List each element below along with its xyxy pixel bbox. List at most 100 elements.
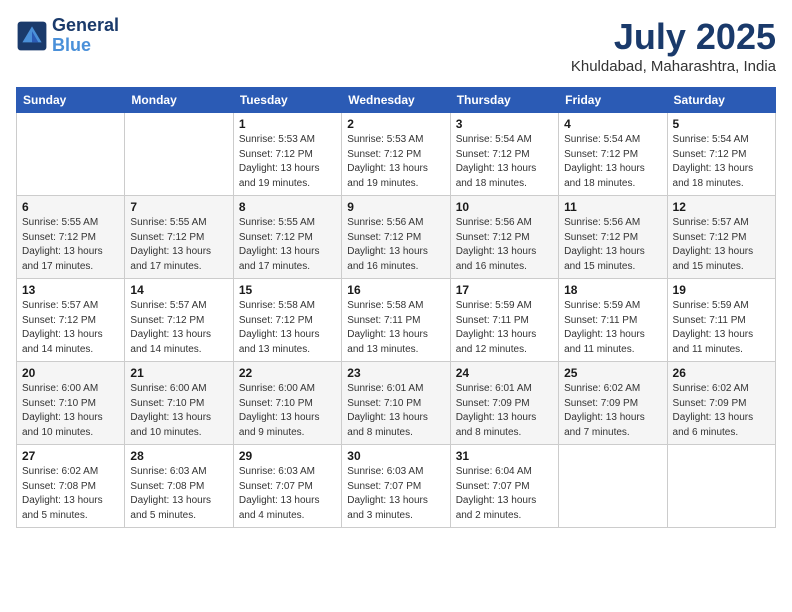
day-number: 7 <box>130 200 227 214</box>
day-number: 16 <box>347 283 444 297</box>
calendar-cell: 26Sunrise: 6:02 AM Sunset: 7:09 PM Dayli… <box>667 362 775 445</box>
day-info: Sunrise: 5:54 AM Sunset: 7:12 PM Dayligh… <box>673 133 770 191</box>
day-number: 29 <box>239 449 336 463</box>
day-info: Sunrise: 5:58 AM Sunset: 7:12 PM Dayligh… <box>239 299 336 357</box>
calendar-cell: 3 Sunrise: 5:54 AM Sunset: 7:12 PM Daylig… <box>450 113 558 196</box>
day-number: 27 <box>22 449 119 463</box>
logo-icon <box>16 20 48 52</box>
calendar-cell: 17 Sunrise: 5:59 AM Sunset: 7:11 PM Dayli… <box>450 279 558 362</box>
calendar-cell: 6 Sunrise: 5:55 AM Sunset: 7:12 PM Daylig… <box>17 196 125 279</box>
calendar-table: SundayMondayTuesdayWednesdayThursdayFrid… <box>16 87 776 528</box>
day-number: 15 <box>239 283 336 297</box>
weekday-header: Monday <box>125 88 233 113</box>
calendar-cell: 25 Sunrise: 6:02 AM Sunset: 7:09 PM Dayli… <box>559 362 667 445</box>
calendar-cell: 1 Sunrise: 5:53 AM Sunset: 7:12 PM Daylig… <box>233 113 341 196</box>
day-number: 13 <box>22 283 119 297</box>
calendar-cell: 23 Sunrise: 6:01 AM Sunset: 7:10 PM Dayli… <box>342 362 450 445</box>
day-info: Sunrise: 6:02 AM Sunset: 7:09 PM Dayligh… <box>564 382 661 440</box>
day-number: 4 <box>564 117 661 131</box>
calendar-cell: 21 Sunrise: 6:00 AM Sunset: 7:10 PM Dayli… <box>125 362 233 445</box>
day-number: 30 <box>347 449 444 463</box>
day-info: Sunrise: 6:03 AM Sunset: 7:08 PM Dayligh… <box>130 465 227 523</box>
calendar-cell <box>125 113 233 196</box>
logo-text: General Blue <box>52 16 119 56</box>
calendar-week-row: 20 Sunrise: 6:00 AM Sunset: 7:10 PM Dayli… <box>17 362 776 445</box>
weekday-header: Wednesday <box>342 88 450 113</box>
day-info: Sunrise: 6:03 AM Sunset: 7:07 PM Dayligh… <box>347 465 444 523</box>
day-info: Sunrise: 5:53 AM Sunset: 7:12 PM Dayligh… <box>347 133 444 191</box>
calendar-week-row: 13 Sunrise: 5:57 AM Sunset: 7:12 PM Dayli… <box>17 279 776 362</box>
calendar-cell: 19 Sunrise: 5:59 AM Sunset: 7:11 PM Dayli… <box>667 279 775 362</box>
day-info: Sunrise: 5:56 AM Sunset: 7:12 PM Dayligh… <box>564 216 661 274</box>
day-info: Sunrise: 5:55 AM Sunset: 7:12 PM Dayligh… <box>22 216 119 274</box>
day-number: 6 <box>22 200 119 214</box>
calendar-cell: 2 Sunrise: 5:53 AM Sunset: 7:12 PM Daylig… <box>342 113 450 196</box>
day-info: Sunrise: 5:59 AM Sunset: 7:11 PM Dayligh… <box>456 299 553 357</box>
day-number: 1 <box>239 117 336 131</box>
day-info: Sunrise: 5:57 AM Sunset: 7:12 PM Dayligh… <box>673 216 770 274</box>
day-number: 5 <box>673 117 770 131</box>
calendar-week-row: 27 Sunrise: 6:02 AM Sunset: 7:08 PM Dayli… <box>17 445 776 528</box>
day-number: 14 <box>130 283 227 297</box>
day-number: 22 <box>239 366 336 380</box>
day-info: Sunrise: 5:53 AM Sunset: 7:12 PM Dayligh… <box>239 133 336 191</box>
calendar-cell: 9 Sunrise: 5:56 AM Sunset: 7:12 PM Daylig… <box>342 196 450 279</box>
day-info: Sunrise: 6:00 AM Sunset: 7:10 PM Dayligh… <box>22 382 119 440</box>
calendar-cell: 18 Sunrise: 5:59 AM Sunset: 7:11 PM Dayli… <box>559 279 667 362</box>
day-number: 11 <box>564 200 661 214</box>
calendar-week-row: 1 Sunrise: 5:53 AM Sunset: 7:12 PM Daylig… <box>17 113 776 196</box>
day-info: Sunrise: 5:54 AM Sunset: 7:12 PM Dayligh… <box>456 133 553 191</box>
title-block: July 2025 Khuldabad, Maharashtra, India <box>571 16 776 75</box>
day-info: Sunrise: 5:59 AM Sunset: 7:11 PM Dayligh… <box>673 299 770 357</box>
calendar-cell: 13 Sunrise: 5:57 AM Sunset: 7:12 PM Dayli… <box>17 279 125 362</box>
weekday-header: Thursday <box>450 88 558 113</box>
calendar-cell: 7Sunrise: 5:55 AM Sunset: 7:12 PM Daylig… <box>125 196 233 279</box>
day-info: Sunrise: 6:02 AM Sunset: 7:09 PM Dayligh… <box>673 382 770 440</box>
calendar-cell <box>559 445 667 528</box>
calendar-cell <box>667 445 775 528</box>
day-number: 28 <box>130 449 227 463</box>
day-info: Sunrise: 5:57 AM Sunset: 7:12 PM Dayligh… <box>22 299 119 357</box>
day-number: 10 <box>456 200 553 214</box>
day-number: 3 <box>456 117 553 131</box>
day-number: 9 <box>347 200 444 214</box>
day-number: 21 <box>130 366 227 380</box>
weekday-header: Tuesday <box>233 88 341 113</box>
day-info: Sunrise: 5:57 AM Sunset: 7:12 PM Dayligh… <box>130 299 227 357</box>
day-info: Sunrise: 5:56 AM Sunset: 7:12 PM Dayligh… <box>347 216 444 274</box>
day-number: 12 <box>673 200 770 214</box>
calendar-cell: 5 Sunrise: 5:54 AM Sunset: 7:12 PM Daylig… <box>667 113 775 196</box>
day-number: 20 <box>22 366 119 380</box>
day-number: 24 <box>456 366 553 380</box>
day-info: Sunrise: 5:59 AM Sunset: 7:11 PM Dayligh… <box>564 299 661 357</box>
day-number: 8 <box>239 200 336 214</box>
calendar-cell: 31Sunrise: 6:04 AM Sunset: 7:07 PM Dayli… <box>450 445 558 528</box>
calendar-cell: 16 Sunrise: 5:58 AM Sunset: 7:11 PM Dayli… <box>342 279 450 362</box>
day-info: Sunrise: 5:58 AM Sunset: 7:11 PM Dayligh… <box>347 299 444 357</box>
calendar-body: 1 Sunrise: 5:53 AM Sunset: 7:12 PM Daylig… <box>17 113 776 528</box>
page-header: General Blue July 2025 Khuldabad, Mahara… <box>16 16 776 75</box>
day-info: Sunrise: 5:54 AM Sunset: 7:12 PM Dayligh… <box>564 133 661 191</box>
logo: General Blue <box>16 16 119 56</box>
day-info: Sunrise: 6:01 AM Sunset: 7:09 PM Dayligh… <box>456 382 553 440</box>
day-number: 23 <box>347 366 444 380</box>
calendar-cell: 15 Sunrise: 5:58 AM Sunset: 7:12 PM Dayli… <box>233 279 341 362</box>
day-number: 18 <box>564 283 661 297</box>
day-info: Sunrise: 5:55 AM Sunset: 7:12 PM Dayligh… <box>239 216 336 274</box>
day-info: Sunrise: 6:01 AM Sunset: 7:10 PM Dayligh… <box>347 382 444 440</box>
calendar-cell: 20 Sunrise: 6:00 AM Sunset: 7:10 PM Dayli… <box>17 362 125 445</box>
day-info: Sunrise: 6:03 AM Sunset: 7:07 PM Dayligh… <box>239 465 336 523</box>
day-number: 31 <box>456 449 553 463</box>
day-info: Sunrise: 5:56 AM Sunset: 7:12 PM Dayligh… <box>456 216 553 274</box>
calendar-cell: 11 Sunrise: 5:56 AM Sunset: 7:12 PM Dayli… <box>559 196 667 279</box>
day-number: 25 <box>564 366 661 380</box>
day-number: 2 <box>347 117 444 131</box>
day-number: 17 <box>456 283 553 297</box>
calendar-cell: 30 Sunrise: 6:03 AM Sunset: 7:07 PM Dayli… <box>342 445 450 528</box>
day-info: Sunrise: 6:02 AM Sunset: 7:08 PM Dayligh… <box>22 465 119 523</box>
day-info: Sunrise: 6:00 AM Sunset: 7:10 PM Dayligh… <box>130 382 227 440</box>
day-number: 19 <box>673 283 770 297</box>
weekday-header: Friday <box>559 88 667 113</box>
calendar-cell: 14 Sunrise: 5:57 AM Sunset: 7:12 PM Dayli… <box>125 279 233 362</box>
location: Khuldabad, Maharashtra, India <box>571 58 776 75</box>
